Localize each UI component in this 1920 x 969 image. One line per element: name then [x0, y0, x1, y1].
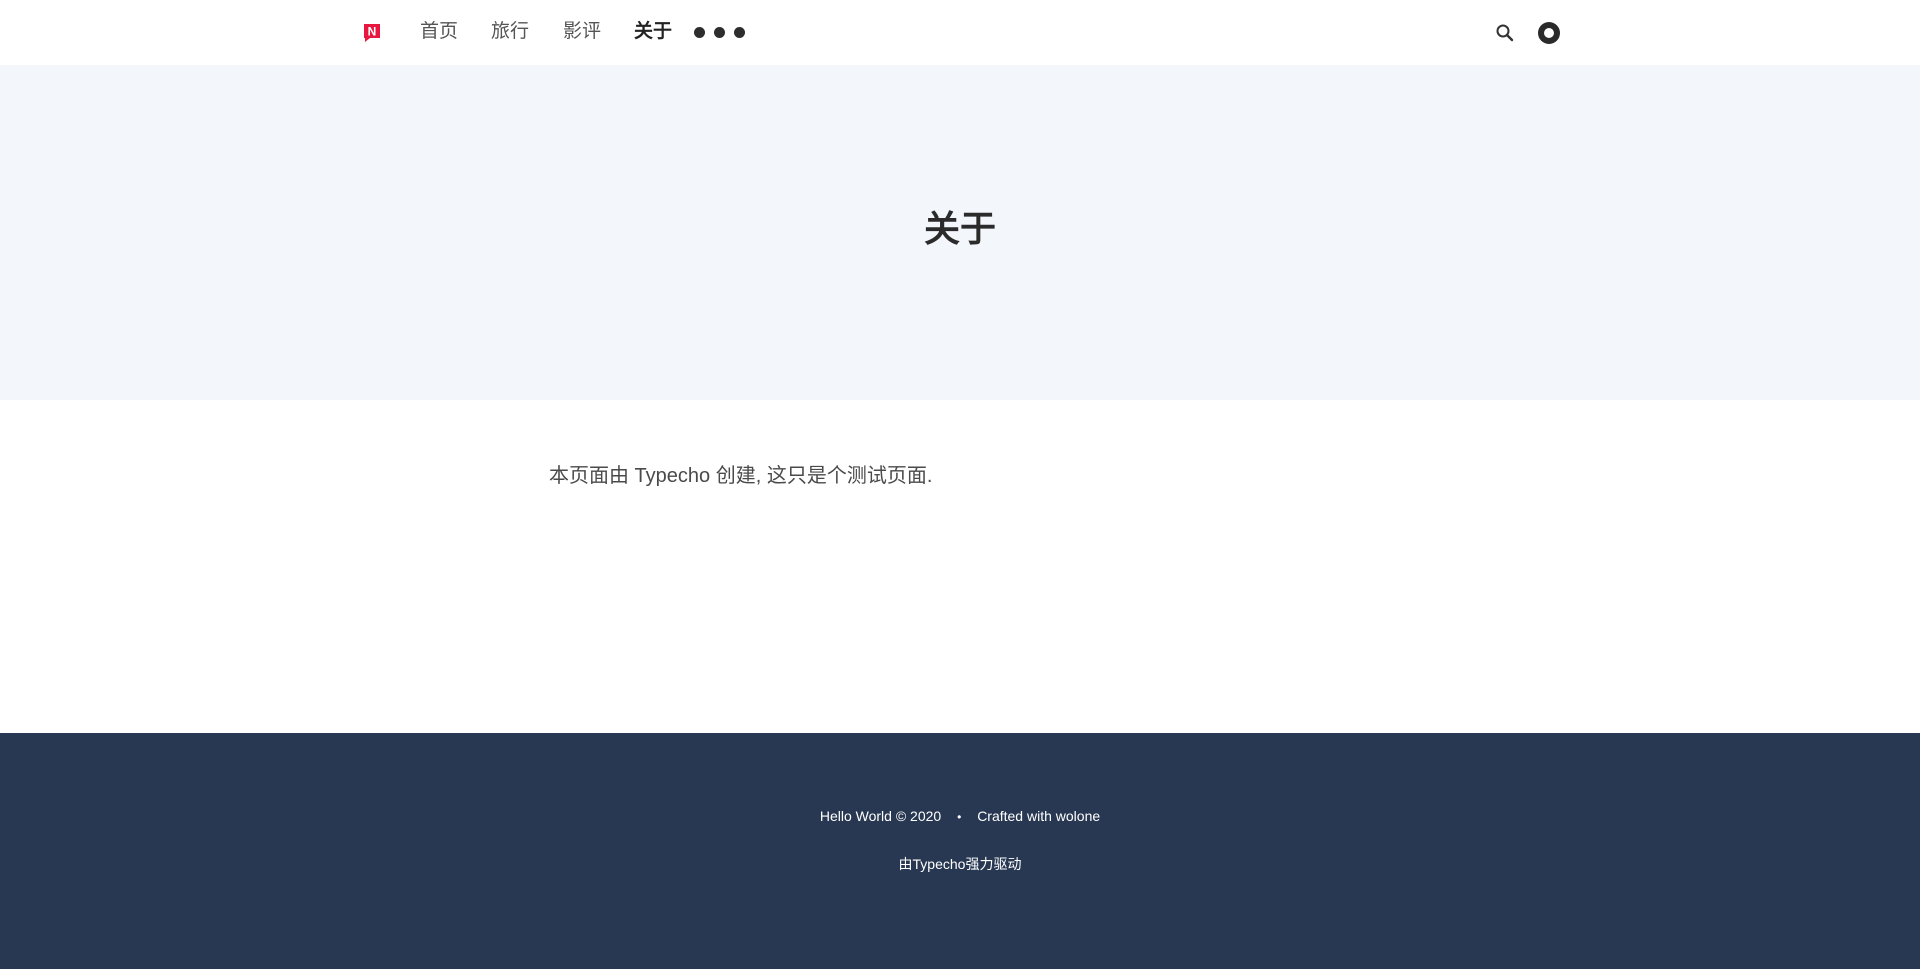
site-footer: Hello World © 2020 • Crafted with wolone… [0, 733, 1920, 969]
nav-item-home[interactable]: 首页 [420, 20, 458, 44]
footer-credits: Hello World © 2020 • Crafted with wolone [0, 807, 1920, 826]
nav-item-about[interactable]: 关于 [634, 20, 672, 44]
page-hero: 关于 [0, 65, 1920, 400]
nav-item-reviews[interactable]: 影评 [563, 20, 601, 44]
theme-toggle-icon[interactable] [1538, 22, 1560, 44]
footer-powered: 由Typecho强力驱动 [0, 855, 1920, 873]
dot [714, 27, 725, 38]
footer-copyright: Hello World © 2020 [819, 808, 942, 824]
footer-powered-link[interactable]: 由Typecho强力驱动 [899, 856, 1022, 872]
dot [694, 27, 705, 38]
dot [734, 27, 745, 38]
page-title: 关于 [923, 208, 996, 249]
footer-separator: • [957, 810, 962, 824]
footer-crafted-link[interactable]: Crafted with wolone [977, 808, 1100, 824]
top-navbar: N 首页 旅行 影评 关于 [0, 0, 1920, 65]
site-logo-icon[interactable]: N [362, 22, 382, 44]
search-icon[interactable] [1494, 22, 1516, 44]
svg-text:N: N [368, 25, 377, 39]
more-dots-icon[interactable] [694, 27, 745, 39]
nav-item-travel[interactable]: 旅行 [491, 20, 529, 44]
content-paragraph: 本页面由 Typecho 创建, 这只是个测试页面. [549, 465, 933, 487]
